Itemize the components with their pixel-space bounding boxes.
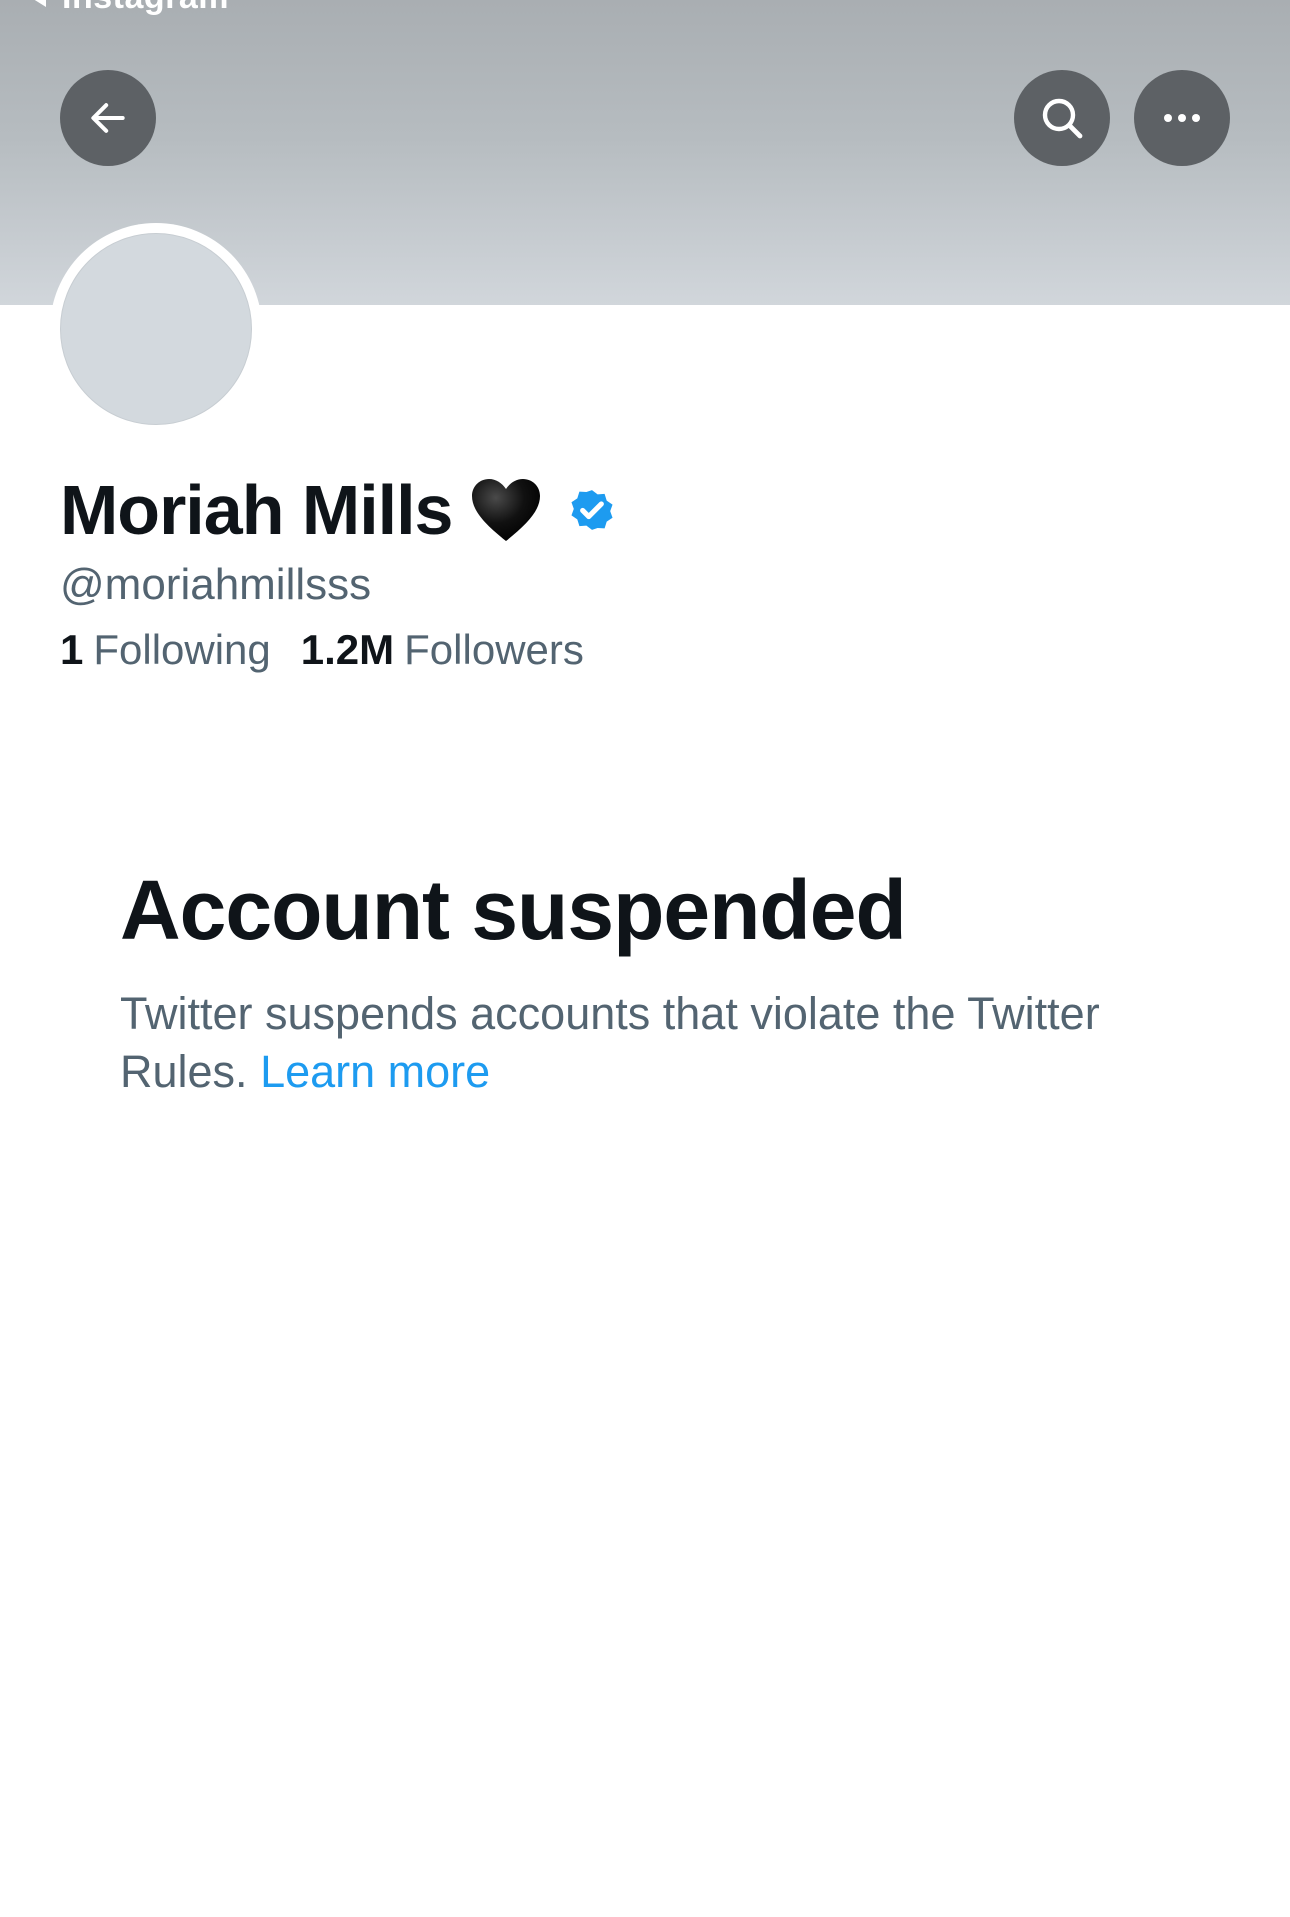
verified-badge-icon [571,490,614,530]
arrow-left-icon [91,103,125,133]
black-heart-icon [472,479,541,541]
display-name: Moriah Mills [60,471,453,549]
more-horizontal-icon [1164,114,1200,122]
following-link[interactable]: 1 Following [60,626,271,674]
avatar[interactable] [50,223,262,435]
profile-name-row: Moriah Mills [60,470,620,550]
following-count: 1 [60,626,84,673]
user-handle: @moriahmillsss [60,560,372,609]
following-label: Following [93,626,271,673]
follow-stats: 1 Following 1.2M Followers [60,626,614,674]
suspension-message: Twitter suspends accounts that violate t… [120,985,1120,1101]
back-app-label: Instagram [62,0,229,17]
followers-link[interactable]: 1.2M Followers [301,626,584,674]
followers-label: Followers [404,626,584,673]
learn-more-link[interactable]: Learn more [260,1046,490,1097]
followers-count: 1.2M [300,626,395,673]
more-options-button[interactable] [1134,70,1230,166]
back-triangle-icon [30,0,46,7]
avatar-placeholder [60,233,252,425]
search-icon [1042,98,1083,139]
status-bar-back-to-app[interactable]: Instagram [30,0,229,17]
back-button[interactable] [60,70,156,166]
suspension-title: Account suspended [120,863,907,957]
search-button[interactable] [1014,70,1110,166]
